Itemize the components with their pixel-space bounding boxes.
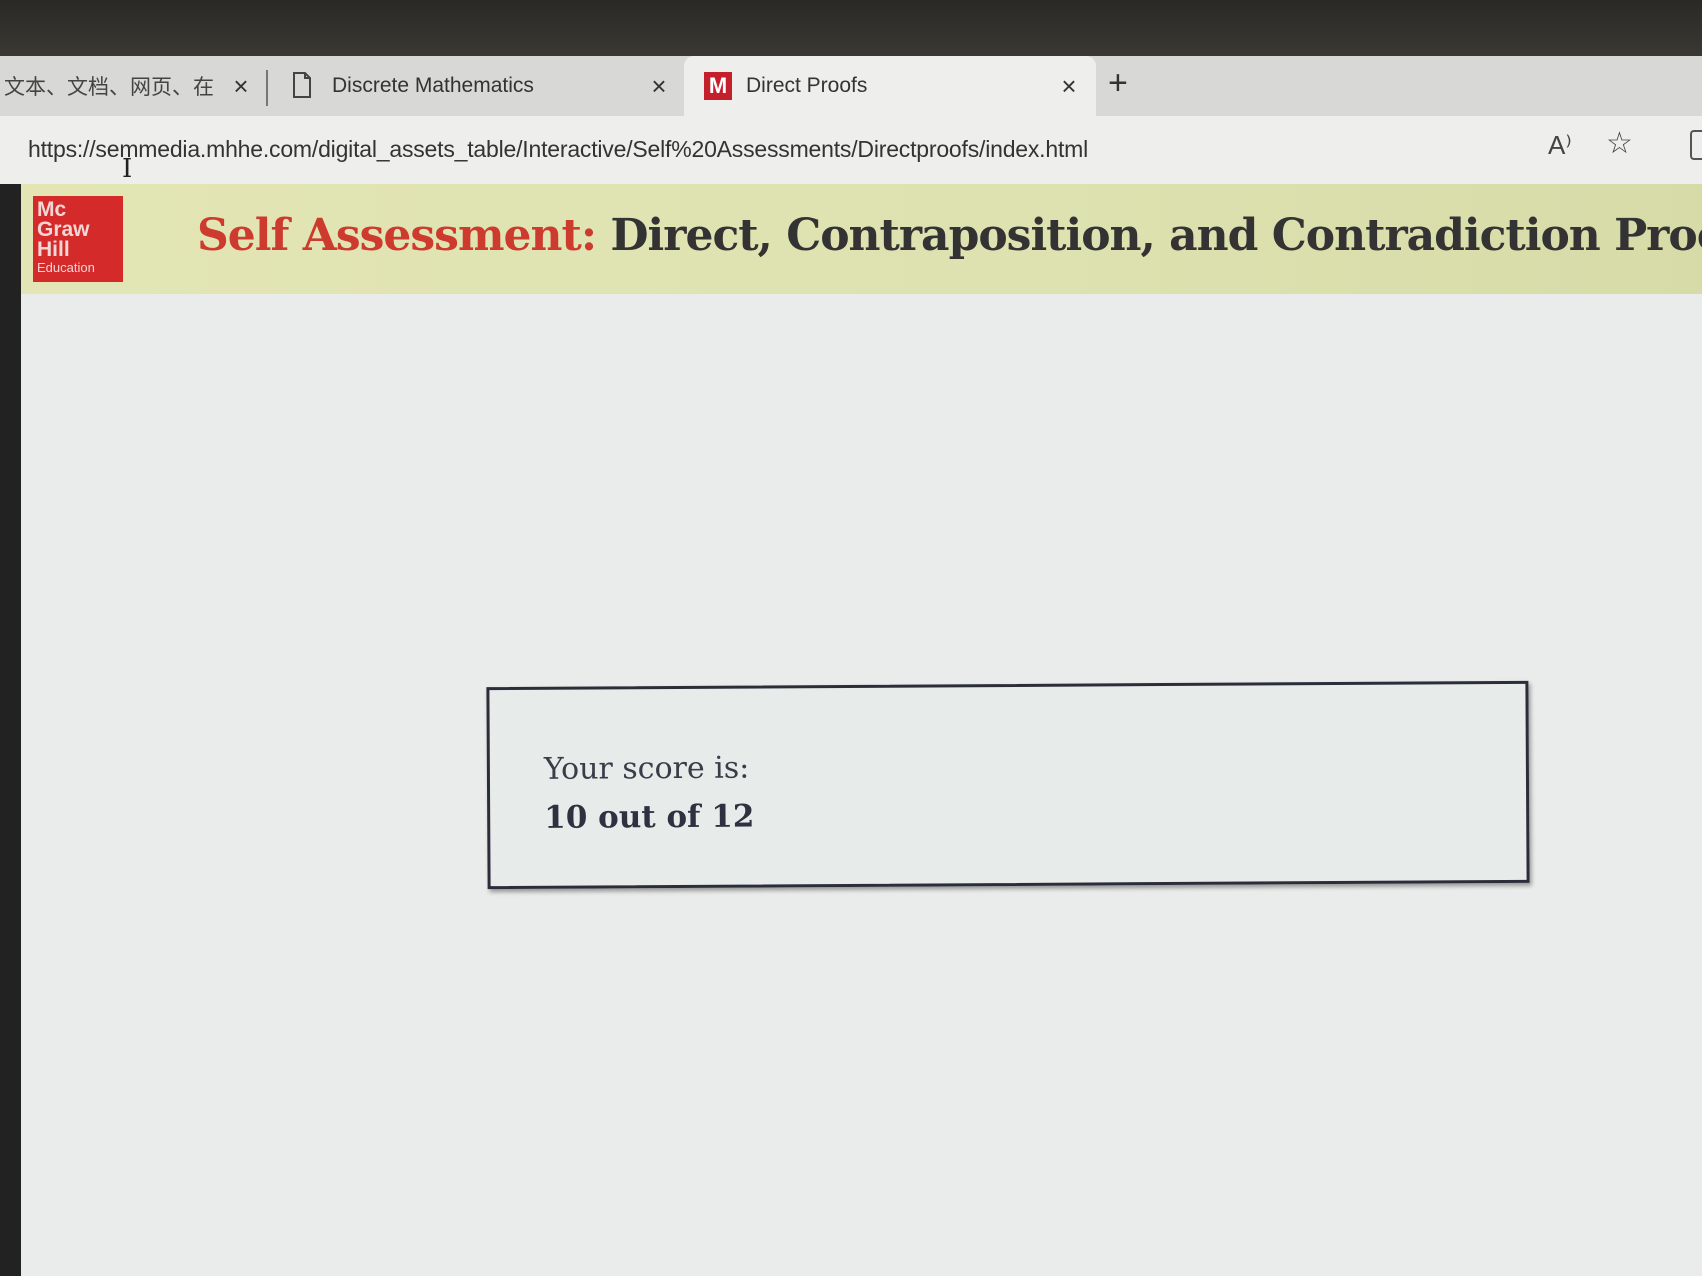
tab-direct-proofs[interactable]: M Direct Proofs × (684, 56, 1096, 116)
close-icon[interactable]: × (646, 73, 672, 99)
tab-cjk-label: 文本、文档、网页、在 (4, 76, 214, 99)
add-favorite-icon[interactable]: ☆ (1606, 126, 1633, 161)
title-accent: Self Assessment: (197, 210, 597, 261)
tab-divider (266, 70, 268, 106)
new-tab-button[interactable]: + (1108, 66, 1128, 100)
title-text: Direct, Contraposition, and Contradictio… (610, 210, 1702, 261)
close-icon[interactable]: × (228, 73, 254, 99)
screen-bezel (0, 0, 1702, 56)
score-panel: Your score is: 10 out of 12 (486, 680, 1530, 890)
close-icon[interactable]: × (1056, 73, 1082, 99)
score-value: 10 out of 12 (544, 798, 755, 836)
logo-line: Graw (37, 218, 90, 241)
url-text[interactable]: https://semmedia.mhhe.com/digital_assets… (28, 136, 1088, 163)
text-cursor-icon: I (122, 154, 133, 184)
logo-line: Hill (37, 238, 70, 261)
page-header-banner: Mc Graw Hill Education Self Assessment: … (21, 184, 1702, 294)
tab-discrete-label: Discrete Mathematics (332, 74, 534, 97)
tab-cjk[interactable]: 文本、文档、网页、在 × (0, 56, 260, 116)
read-aloud-icon[interactable]: A⁾ (1548, 130, 1572, 161)
logo-line: Education (37, 260, 95, 275)
mcgraw-hill-logo: Mc Graw Hill Education (33, 196, 123, 282)
address-bar[interactable]: https://semmedia.mhhe.com/digital_assets… (0, 116, 1702, 184)
page-viewport: Mc Graw Hill Education Self Assessment: … (18, 184, 1702, 1276)
mcgraw-hill-favicon-icon: M (704, 72, 732, 100)
page-title: Self Assessment: Direct, Contraposition,… (197, 210, 1702, 261)
tab-strip: 文本、文档、网页、在 × Discrete Mathematics × M Di… (0, 56, 1702, 116)
tab-discrete-mathematics[interactable]: Discrete Mathematics × (282, 56, 682, 116)
document-icon (293, 72, 311, 98)
score-label: Your score is: (543, 750, 750, 787)
sidebar-icon[interactable] (1690, 130, 1702, 160)
logo-line: Mc (37, 198, 67, 221)
